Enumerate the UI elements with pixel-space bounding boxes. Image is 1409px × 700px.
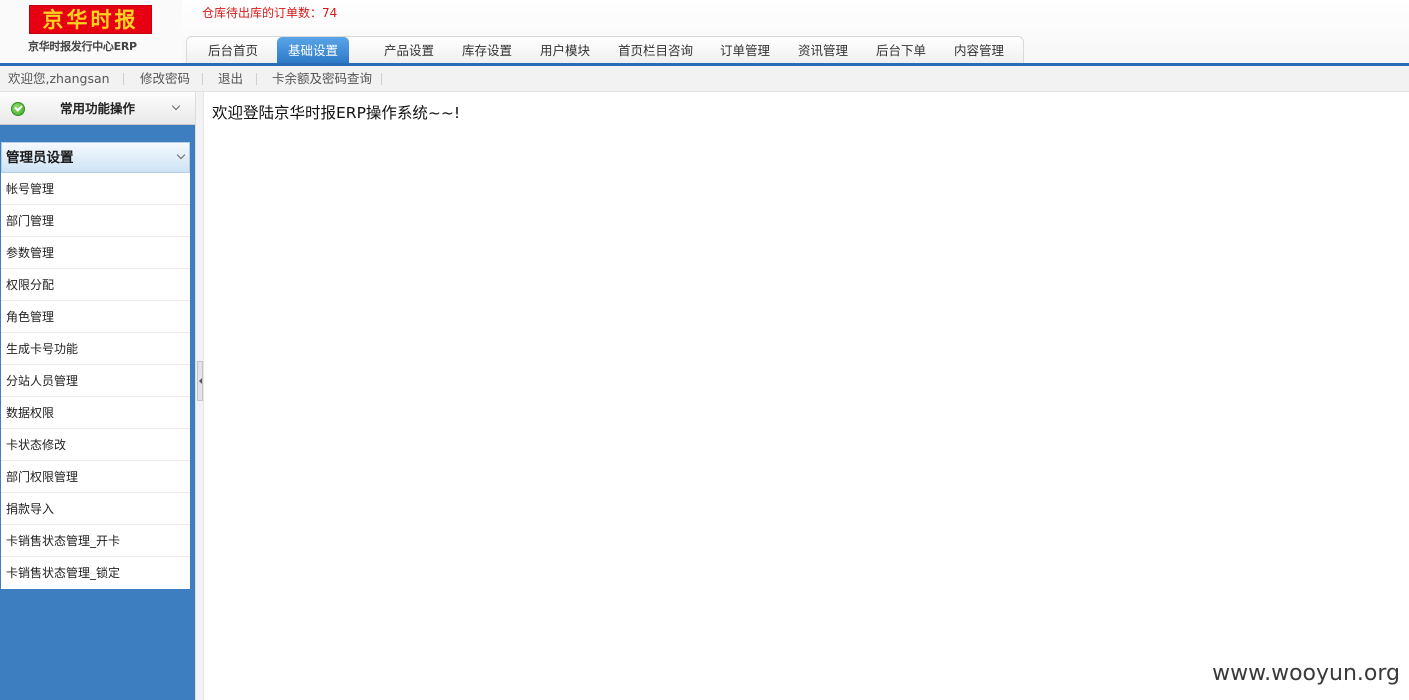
card-balance-query-link[interactable]: 卡余额及密码查询 [272, 66, 372, 92]
admin-settings-header[interactable]: 管理员设置 [1, 142, 190, 173]
sidebar-item-donation-import[interactable]: 捐款导入 [1, 493, 190, 525]
admin-menu: 帐号管理 部门管理 参数管理 权限分配 角色管理 生成卡号功能 分站人员管理 数… [1, 173, 190, 589]
brand-logo: 京华时报 [29, 5, 152, 34]
welcome-user: 欢迎您,zhangsan [8, 71, 110, 86]
logout-link[interactable]: 退出 [218, 66, 243, 92]
sidebar-item-data-permissions[interactable]: 数据权限 [1, 397, 190, 429]
chevron-down-icon[interactable] [176, 150, 186, 160]
main-nav-tabs: 后台首页 基础设置 产品设置 库存设置 用户模块 首页栏目咨询 订单管理 资讯管… [186, 36, 1024, 65]
common-functions-header[interactable]: 常用功能操作 [0, 92, 195, 125]
chevron-down-icon[interactable] [171, 101, 181, 111]
tab-order-management[interactable]: 订单管理 [720, 37, 770, 65]
top-header: 京华时报 京华时报发行中心ERP 仓库待出库的订单数：74 后台首页 基础设置 … [0, 0, 1409, 66]
logo-subtitle: 京华时报发行中心ERP [28, 40, 137, 53]
sidebar-item-card-status-edit[interactable]: 卡状态修改 [1, 429, 190, 461]
pending-orders-notice: 仓库待出库的订单数：74 [202, 6, 338, 20]
check-circle-icon [11, 102, 25, 116]
separator [256, 73, 257, 85]
logo-area: 京华时报 京华时报发行中心ERP [0, 0, 182, 64]
sidebar-item-department-permissions[interactable]: 部门权限管理 [1, 461, 190, 493]
collapse-sidebar-handle[interactable] [197, 361, 203, 401]
tab-news-management[interactable]: 资讯管理 [798, 37, 848, 65]
sidebar-item-card-sales-open[interactable]: 卡销售状态管理_开卡 [1, 525, 190, 557]
sidebar-item-generate-card-number[interactable]: 生成卡号功能 [1, 333, 190, 365]
user-bar: 欢迎您,zhangsan 修改密码 退出 卡余额及密码查询 [0, 66, 1409, 92]
sidebar-splitter[interactable] [195, 92, 204, 700]
tab-inventory-settings[interactable]: 库存设置 [462, 37, 512, 65]
sidebar: 常用功能操作 管理员设置 帐号管理 部门管理 参数管理 权限分配 角色管理 生成… [0, 92, 195, 700]
watermark: www.wooyun.org [1212, 661, 1400, 686]
tab-basic-settings[interactable]: 基础设置 [277, 37, 349, 65]
tab-home[interactable]: 后台首页 [208, 37, 258, 65]
sidebar-item-card-sales-lock[interactable]: 卡销售状态管理_锁定 [1, 557, 190, 589]
tab-backend-order[interactable]: 后台下单 [876, 37, 926, 65]
sidebar-item-permission-assignment[interactable]: 权限分配 [1, 269, 190, 301]
sidebar-item-role-management[interactable]: 角色管理 [1, 301, 190, 333]
main-content: 欢迎登陆京华时报ERP操作系统~~! www.wooyun.org [204, 92, 1409, 700]
sidebar-item-parameter-management[interactable]: 参数管理 [1, 237, 190, 269]
welcome-message: 欢迎登陆京华时报ERP操作系统~~! [212, 104, 461, 122]
separator [202, 73, 203, 85]
tab-user-module[interactable]: 用户模块 [540, 37, 590, 65]
sidebar-item-branch-staff-management[interactable]: 分站人员管理 [1, 365, 190, 397]
admin-settings-title: 管理员设置 [6, 150, 74, 166]
tab-product-settings[interactable]: 产品设置 [384, 37, 434, 65]
sidebar-item-department-management[interactable]: 部门管理 [1, 205, 190, 237]
separator [381, 73, 382, 85]
common-functions-label: 常用功能操作 [60, 101, 136, 116]
sidebar-item-account-management[interactable]: 帐号管理 [1, 173, 190, 205]
tab-content-management[interactable]: 内容管理 [954, 37, 1004, 65]
separator [123, 73, 124, 85]
tab-homepage-columns[interactable]: 首页栏目咨询 [618, 37, 693, 65]
change-password-link[interactable]: 修改密码 [140, 66, 190, 92]
